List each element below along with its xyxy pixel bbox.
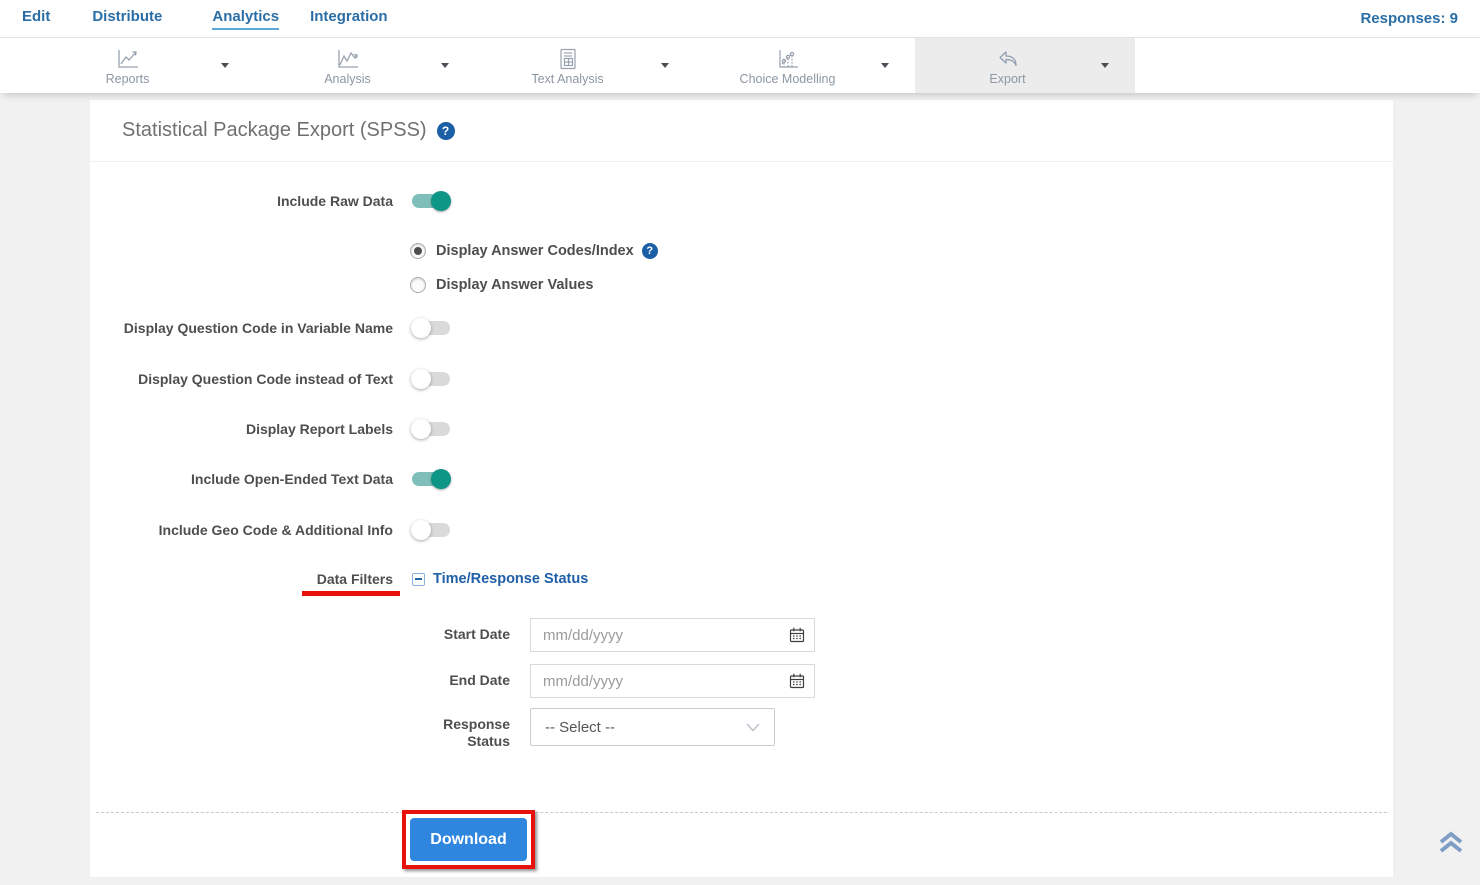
start-date-field [530, 618, 815, 652]
chevron-down-icon[interactable] [221, 63, 229, 68]
scatter-model-icon [775, 46, 801, 70]
tab-label: Analysis [324, 72, 371, 86]
toggle-knob [431, 191, 451, 211]
chevron-down-icon[interactable] [661, 63, 669, 68]
toggle-knob [411, 318, 431, 338]
document-analysis-icon [555, 46, 581, 70]
radio-display-answer-values[interactable] [410, 277, 426, 293]
toggle-knob [411, 520, 431, 540]
toggle-knob [431, 469, 451, 489]
collapse-minus-icon[interactable] [412, 573, 425, 586]
analytics-sub-nav: Reports Analysis Text Ana [0, 38, 1480, 93]
calendar-icon[interactable] [789, 673, 805, 689]
calendar-icon[interactable] [789, 627, 805, 643]
field-label: Include Raw Data [90, 193, 393, 210]
form-row-open-ended: Include Open-Ended Text Data [90, 462, 1393, 496]
chevron-down-icon[interactable] [1101, 63, 1109, 68]
export-arrow-icon [995, 46, 1021, 70]
tab-choice-modelling[interactable]: Choice Modelling [695, 38, 880, 93]
field-label: Display Question Code in Variable Name [90, 320, 393, 337]
form-row-start-date: Start Date [430, 618, 815, 652]
line-chart-icon [115, 46, 141, 70]
nav-group-choice-modelling: Choice Modelling [695, 38, 915, 93]
question-code-variable-toggle[interactable] [412, 321, 450, 335]
radio-display-answer-codes[interactable] [410, 243, 426, 259]
form-row-question-code-text: Display Question Code instead of Text [90, 362, 1393, 396]
nav-group-reports: Reports [35, 38, 255, 93]
form-row-end-date: End Date [430, 664, 815, 698]
red-underline-annotation [302, 591, 400, 596]
nav-item-integration[interactable]: Integration [310, 8, 388, 30]
tab-reports[interactable]: Reports [35, 38, 220, 93]
panel-header: Statistical Package Export (SPSS) ? [90, 100, 1393, 162]
nav-item-distribute[interactable]: Distribute [92, 8, 162, 30]
page-title: Statistical Package Export (SPSS) [122, 119, 427, 142]
field-label: Display Question Code instead of Text [90, 371, 393, 388]
form-row-report-labels: Display Report Labels [90, 412, 1393, 446]
tab-analysis[interactable]: Analysis [255, 38, 440, 93]
tab-export[interactable]: Export [915, 38, 1100, 93]
minus-bar [415, 578, 422, 580]
field-label: Start Date [430, 618, 510, 643]
form-row-data-filters: Data Filters Time/Response Status [90, 562, 1393, 596]
form-row-include-raw-data: Include Raw Data [90, 184, 1393, 218]
end-date-input[interactable] [531, 665, 789, 697]
red-box-annotation: Download [402, 810, 535, 869]
toggle-knob [411, 419, 431, 439]
field-label: Response Status [430, 708, 510, 750]
field-label: Include Geo Code & Additional Info [90, 522, 393, 539]
help-icon[interactable]: ? [437, 122, 455, 140]
tab-label: Export [989, 72, 1025, 86]
chevron-down-icon[interactable] [881, 63, 889, 68]
response-status-select[interactable]: -- Select -- [530, 708, 775, 746]
nav-item-edit[interactable]: Edit [22, 8, 50, 30]
form-row-answer-values: Display Answer Values [90, 268, 1393, 302]
chevron-down-icon [746, 723, 760, 732]
tab-text-analysis[interactable]: Text Analysis [475, 38, 660, 93]
time-response-status-toggle[interactable]: Time/Response Status [412, 571, 588, 587]
form-row-response-status: Response Status -- Select -- [430, 708, 775, 750]
open-ended-toggle[interactable] [412, 472, 450, 486]
include-raw-data-toggle[interactable] [412, 194, 450, 208]
radio-label[interactable]: Display Answer Codes/Index [436, 243, 634, 259]
field-label: Include Open-Ended Text Data [90, 471, 393, 488]
select-value: -- Select -- [545, 719, 615, 736]
field-label: Display Report Labels [90, 421, 393, 438]
field-label: End Date [430, 664, 510, 689]
tab-label: Reports [106, 72, 150, 86]
tab-label: Text Analysis [531, 72, 603, 86]
section-link-label[interactable]: Time/Response Status [433, 571, 588, 587]
tab-label: Choice Modelling [740, 72, 836, 86]
report-labels-toggle[interactable] [412, 422, 450, 436]
geo-code-toggle[interactable] [412, 523, 450, 537]
back-to-top-button[interactable] [1437, 829, 1465, 861]
data-filters-label: Data Filters [90, 571, 393, 588]
radio-label[interactable]: Display Answer Values [436, 277, 593, 293]
nav-group-export: Export [915, 38, 1135, 93]
nav-group-text-analysis: Text Analysis [475, 38, 695, 93]
question-code-text-toggle[interactable] [412, 372, 450, 386]
export-panel: Statistical Package Export (SPSS) ? Incl… [90, 100, 1393, 877]
form-row-answer-codes: Display Answer Codes/Index ? [90, 234, 1393, 268]
start-date-input[interactable] [531, 619, 789, 651]
end-date-field [530, 664, 815, 698]
chevron-down-icon[interactable] [441, 63, 449, 68]
form-row-geo-code: Include Geo Code & Additional Info [90, 513, 1393, 547]
download-button[interactable]: Download [410, 818, 527, 861]
help-icon[interactable]: ? [642, 243, 658, 259]
toggle-knob [411, 369, 431, 389]
responses-count: Responses: 9 [1360, 10, 1458, 27]
form-row-question-code-variable: Display Question Code in Variable Name [90, 311, 1393, 345]
double-chevron-up-icon [1437, 829, 1465, 856]
area-chart-icon [335, 46, 361, 70]
nav-item-analytics[interactable]: Analytics [212, 8, 279, 30]
nav-group-analysis: Analysis [255, 38, 475, 93]
radio-dot [414, 247, 422, 255]
top-nav: Edit Distribute Analytics Integration Re… [0, 0, 1480, 38]
footer-divider [96, 812, 1387, 813]
